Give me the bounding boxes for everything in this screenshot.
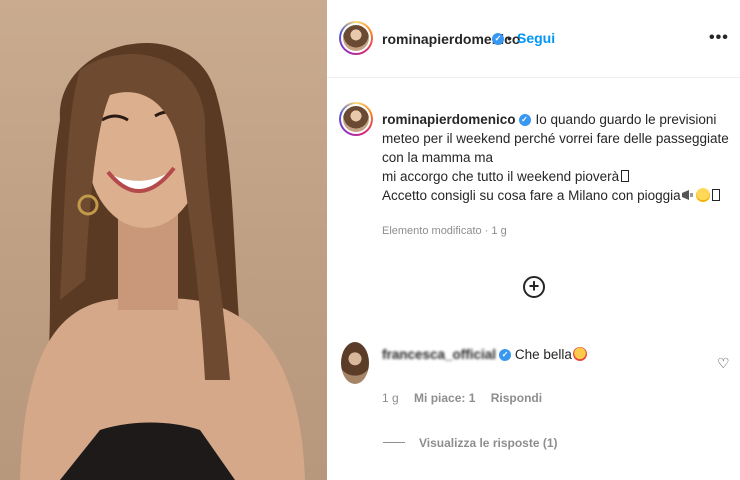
follow-button[interactable]: Segui	[517, 30, 555, 46]
comment-meta: 1 g Mi piace: 1 Rispondi	[382, 391, 554, 405]
caption-line-4: Accetto consigli su cosa fare a Milano c…	[382, 188, 681, 203]
author-avatar[interactable]	[339, 21, 373, 55]
replies-divider-line	[383, 442, 405, 443]
caption-author-avatar[interactable]	[339, 102, 373, 136]
post-photo[interactable]	[0, 0, 327, 480]
verified-badge-icon: ✓	[499, 349, 512, 362]
comment-time: 1 g	[382, 391, 399, 405]
verified-badge-icon: ✓	[518, 114, 531, 127]
comment-likes[interactable]: Mi piace: 1	[414, 391, 475, 405]
comment-author-username[interactable]: francesca_official	[382, 347, 496, 362]
view-replies-button[interactable]: Visualizza le risposte (1)	[419, 436, 558, 450]
more-options-icon[interactable]: •••	[709, 29, 729, 47]
comment-avatar[interactable]	[341, 342, 369, 384]
missing-glyph-icon	[711, 189, 720, 201]
verified-badge-icon: ✓	[492, 33, 504, 45]
separator-dot: •	[507, 30, 512, 46]
laughing-emoji-icon	[695, 188, 710, 202]
heart-eyes-emoji-icon	[572, 347, 587, 361]
missing-glyph-icon	[621, 170, 630, 182]
post-caption: rominapierdomenico ✓ Io quando guardo le p…	[382, 110, 732, 205]
caption-author-username[interactable]: rominapierdomenico	[382, 112, 516, 127]
heart-outline-icon[interactable]: ♡	[717, 355, 730, 372]
reply-button[interactable]: Rispondi	[491, 391, 542, 405]
portrait-illustration	[20, 42, 305, 480]
plus-circle-icon[interactable]: +	[523, 276, 545, 298]
post-detail-panel: rominapierdomenico ✓ • Segui ••• rominap…	[327, 0, 740, 480]
comment-item: francesca_official ✓ Che bella	[382, 347, 702, 362]
caption-meta: Elemento modificato · 1 g	[382, 225, 507, 237]
caption-line-3: mi accorgo che tutto il weekend pioverà	[382, 169, 620, 184]
megaphone-emoji-icon	[681, 190, 693, 200]
post-header: rominapierdomenico ✓ • Segui •••	[327, 0, 740, 78]
comment-text: Che bella	[514, 347, 572, 362]
